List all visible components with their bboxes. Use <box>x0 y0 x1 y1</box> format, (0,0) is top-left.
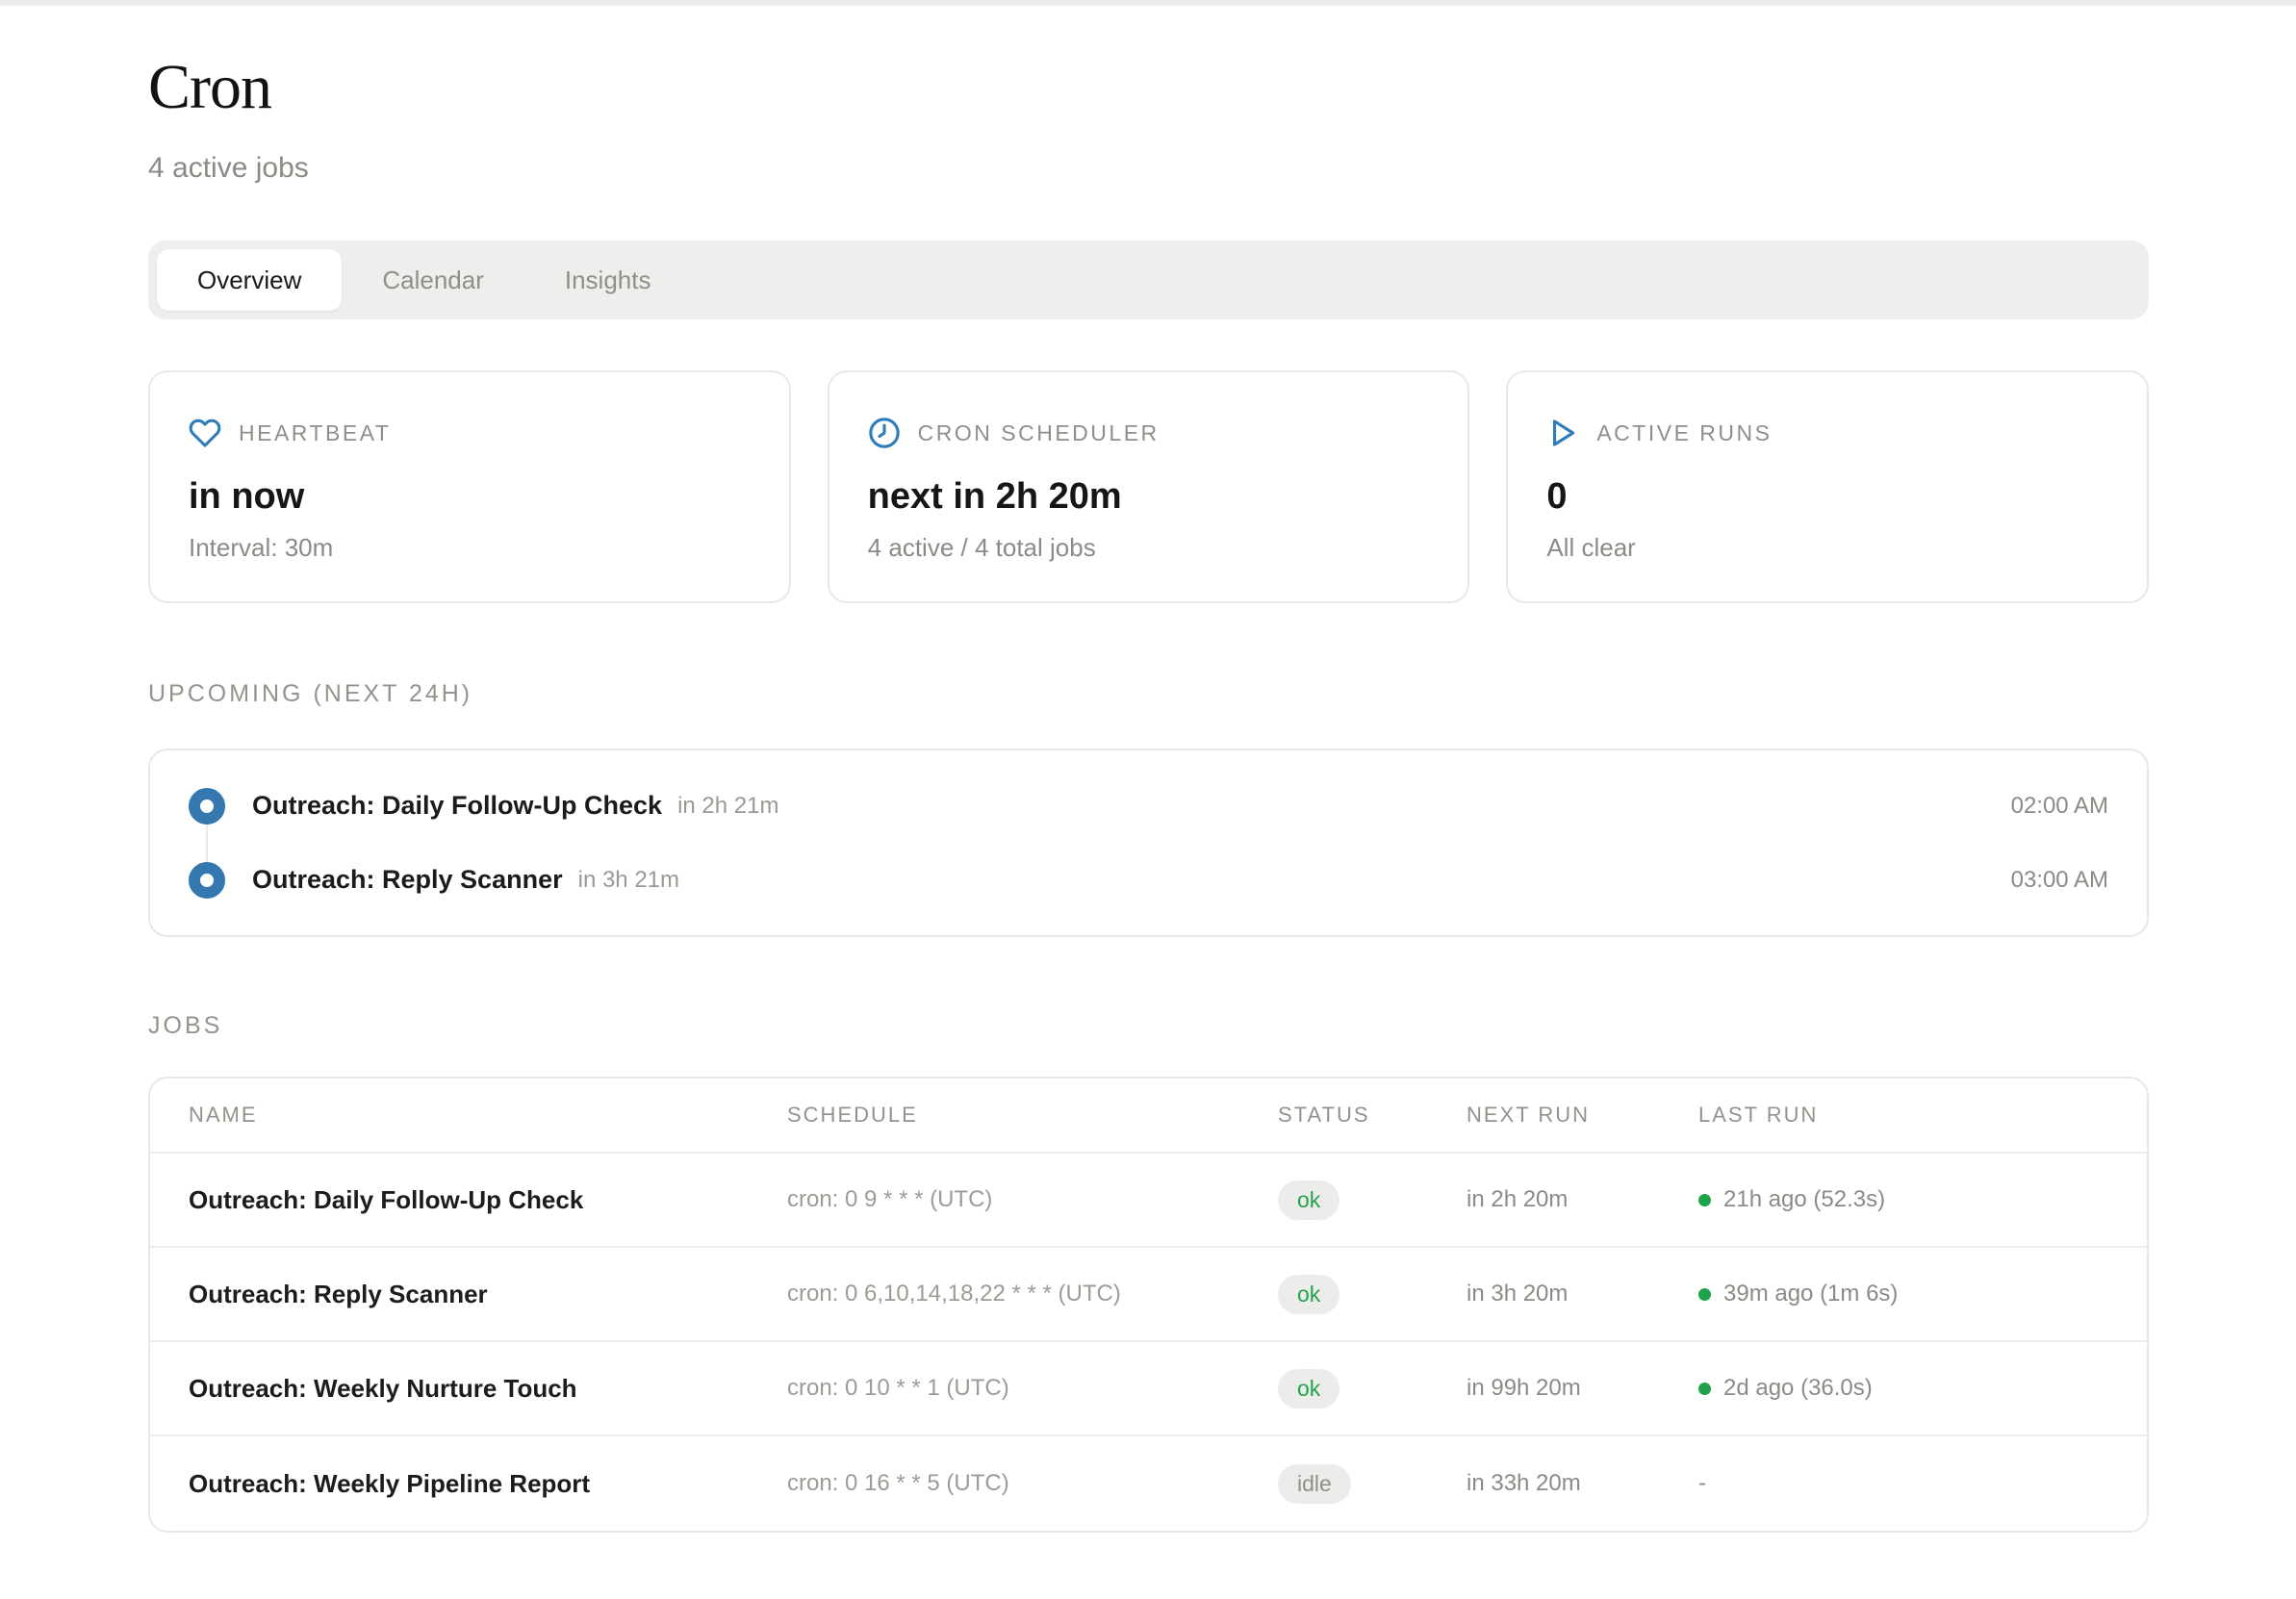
cron-scheduler-totals: 4 active / 4 total jobs <box>868 533 1430 563</box>
upcoming-event-row[interactable]: Outreach: Daily Follow-Up Check in 2h 21… <box>189 769 2108 843</box>
clock-icon <box>868 417 901 449</box>
job-status-cell: idle <box>1278 1464 1467 1504</box>
column-header-next-run: NEXT RUN <box>1467 1103 1698 1128</box>
job-next-run: in 33h 20m <box>1467 1470 1698 1497</box>
job-last-run-text: 39m ago (1m 6s) <box>1723 1281 1898 1307</box>
job-name: Outreach: Daily Follow-Up Check <box>150 1185 787 1215</box>
job-row[interactable]: Outreach: Weekly Pipeline Report cron: 0… <box>150 1436 2147 1531</box>
upcoming-event-relative-time: in 2h 21m <box>677 793 778 820</box>
job-last-run-text: 21h ago (52.3s) <box>1723 1186 1885 1213</box>
job-next-run: in 3h 20m <box>1467 1281 1698 1307</box>
heartbeat-value: in now <box>189 476 751 518</box>
upcoming-timeline: Outreach: Daily Follow-Up Check in 2h 21… <box>189 769 2108 917</box>
active-runs-label: ACTIVE RUNS <box>1596 420 1772 446</box>
job-last-run: 21h ago (52.3s) <box>1698 1186 2147 1213</box>
upcoming-event-time: 02:00 AM <box>2011 793 2108 820</box>
tab-calendar[interactable]: Calendar <box>342 249 524 311</box>
job-schedule: cron: 0 16 * * 5 (UTC) <box>787 1470 1278 1497</box>
job-row[interactable]: Outreach: Daily Follow-Up Check cron: 0 … <box>150 1154 2147 1248</box>
job-schedule: cron: 0 6,10,14,18,22 * * * (UTC) <box>787 1281 1278 1307</box>
tab-overview[interactable]: Overview <box>157 249 342 311</box>
tab-insights[interactable]: Insights <box>524 249 692 311</box>
success-dot-icon <box>1698 1194 1711 1206</box>
heartbeat-label: HEARTBEAT <box>239 420 391 446</box>
active-runs-card: ACTIVE RUNS 0 All clear <box>1506 370 2149 603</box>
heartbeat-interval: Interval: 30m <box>189 533 751 563</box>
view-tabbar: Overview Calendar Insights <box>148 241 2149 319</box>
timeline-dot-icon <box>189 862 225 899</box>
job-last-run: 39m ago (1m 6s) <box>1698 1281 2147 1307</box>
heart-icon <box>189 417 221 449</box>
success-dot-icon <box>1698 1383 1711 1395</box>
job-last-run-text: - <box>1698 1470 1706 1497</box>
job-status-cell: ok <box>1278 1369 1467 1409</box>
upcoming-event-name: Outreach: Reply Scanner <box>252 865 563 895</box>
active-runs-count: 0 <box>1546 476 2108 518</box>
success-dot-icon <box>1698 1288 1711 1301</box>
job-last-run-text: 2d ago (36.0s) <box>1723 1375 1873 1402</box>
cron-scheduler-card: CRON SCHEDULER next in 2h 20m 4 active /… <box>828 370 1470 603</box>
play-icon <box>1546 417 1579 449</box>
tab-calendar-label: Calendar <box>382 266 484 295</box>
heartbeat-card: HEARTBEAT in now Interval: 30m <box>148 370 791 603</box>
status-badge: ok <box>1278 1369 1339 1409</box>
status-badge: ok <box>1278 1275 1339 1314</box>
cron-dashboard: Cron 4 active jobs Overview Calendar Ins… <box>0 0 2296 1533</box>
column-header-name: NAME <box>150 1103 787 1128</box>
job-next-run: in 99h 20m <box>1467 1375 1698 1402</box>
upcoming-event-relative-time: in 3h 21m <box>578 867 679 894</box>
jobs-section-heading: JOBS <box>148 1012 2149 1040</box>
column-header-schedule: SCHEDULE <box>787 1103 1278 1128</box>
job-row[interactable]: Outreach: Reply Scanner cron: 0 6,10,14,… <box>150 1248 2147 1342</box>
cron-scheduler-label: CRON SCHEDULER <box>918 420 1160 446</box>
upcoming-event-name: Outreach: Daily Follow-Up Check <box>252 791 662 821</box>
job-next-run: in 2h 20m <box>1467 1186 1698 1213</box>
job-last-run: 2d ago (36.0s) <box>1698 1375 2147 1402</box>
status-badge: ok <box>1278 1180 1339 1220</box>
upcoming-event-row[interactable]: Outreach: Reply Scanner in 3h 21m 03:00 … <box>189 843 2108 917</box>
job-name: Outreach: Weekly Nurture Touch <box>150 1374 787 1404</box>
job-status-cell: ok <box>1278 1275 1467 1314</box>
timeline-dot-icon <box>189 788 225 825</box>
column-header-last-run: LAST RUN <box>1698 1103 2147 1128</box>
upcoming-section-heading: UPCOMING (NEXT 24H) <box>148 680 2149 708</box>
active-runs-status: All clear <box>1546 533 2108 563</box>
job-schedule: cron: 0 9 * * * (UTC) <box>787 1186 1278 1213</box>
upcoming-event-time: 03:00 AM <box>2011 867 2108 894</box>
tab-insights-label: Insights <box>565 266 651 295</box>
window-top-edge <box>0 0 2296 6</box>
job-name: Outreach: Weekly Pipeline Report <box>150 1469 787 1499</box>
status-badge: idle <box>1278 1464 1351 1504</box>
job-schedule: cron: 0 10 * * 1 (UTC) <box>787 1375 1278 1402</box>
jobs-table: NAME SCHEDULE STATUS NEXT RUN LAST RUN O… <box>148 1077 2149 1533</box>
stats-row: HEARTBEAT in now Interval: 30m CRON SCHE… <box>148 370 2149 603</box>
job-name: Outreach: Reply Scanner <box>150 1280 787 1309</box>
job-status-cell: ok <box>1278 1180 1467 1220</box>
job-last-run: - <box>1698 1470 2147 1497</box>
jobs-table-header: NAME SCHEDULE STATUS NEXT RUN LAST RUN <box>150 1079 2147 1154</box>
page-title: Cron <box>148 56 2149 119</box>
cron-scheduler-next: next in 2h 20m <box>868 476 1430 518</box>
upcoming-card: Outreach: Daily Follow-Up Check in 2h 21… <box>148 749 2149 937</box>
tab-overview-label: Overview <box>197 266 301 295</box>
column-header-status: STATUS <box>1278 1103 1467 1128</box>
job-row[interactable]: Outreach: Weekly Nurture Touch cron: 0 1… <box>150 1342 2147 1436</box>
active-jobs-count: 4 active jobs <box>148 152 2149 185</box>
